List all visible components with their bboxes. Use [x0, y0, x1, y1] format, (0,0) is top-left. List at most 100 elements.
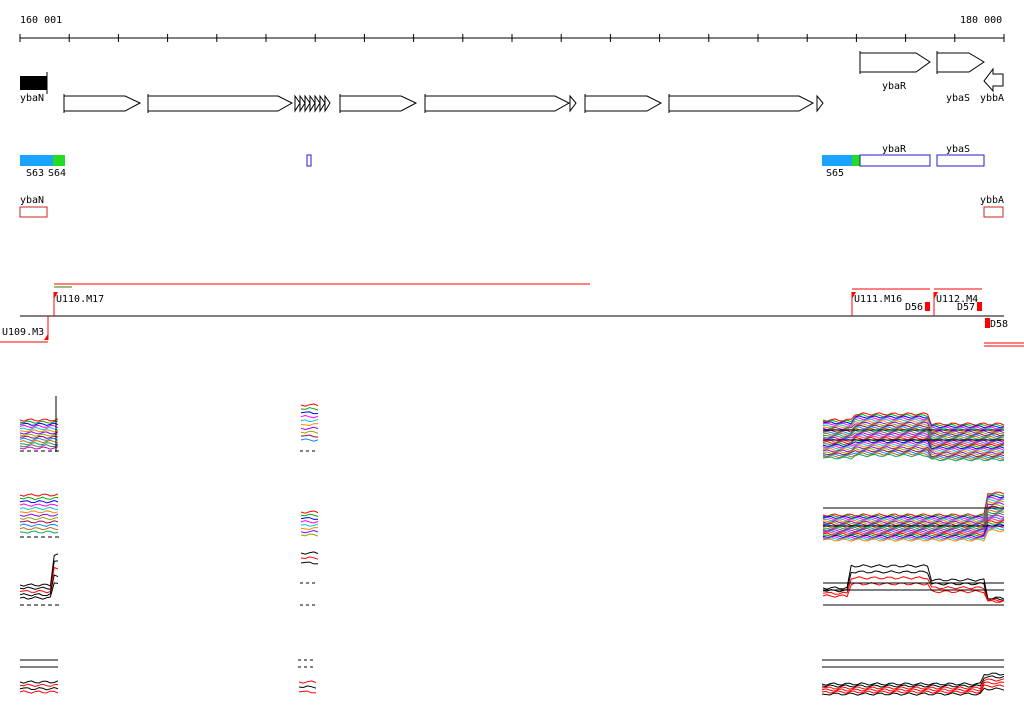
tu-U110-label: U110.M17: [56, 294, 104, 305]
expression-profile-line: [300, 411, 319, 415]
expression-profile-line: [19, 683, 59, 688]
expression-profile-line: [300, 403, 319, 407]
gene-track: ybaN ybaR ybaS ybbA: [20, 51, 1004, 113]
gene-arrow-5[interactable]: [584, 95, 663, 112]
expression-profile-line: [19, 530, 59, 534]
gene-ybaR-label: ybaR: [882, 81, 907, 92]
expression-profile-line: [19, 442, 59, 446]
gene-small-arrow: [324, 94, 331, 113]
ruler-start-label: 160 001: [20, 15, 62, 26]
expression-profile-line: [19, 437, 59, 442]
coordinate-ruler: 160 001 180 000: [19, 15, 1005, 42]
gene-arrow-1[interactable]: [63, 95, 142, 112]
expression-profile-line: [19, 690, 59, 694]
gene-arrow-2[interactable]: [147, 95, 294, 112]
expression-profile-line: [300, 407, 319, 411]
annotation-ybaS-box[interactable]: [936, 154, 985, 167]
genome-browser-canvas: 160 001 180 000 ybaN ybaR ybaS ybbA S63 …: [0, 15, 1024, 696]
segment-S64-label: S64: [48, 168, 66, 179]
segment-track: S63 S64 S65 ybaR ybaS: [20, 144, 985, 179]
expression-profile-line: [19, 424, 59, 429]
annotation-ybaN-box[interactable]: [19, 206, 48, 218]
expression-profile-line: [822, 491, 1005, 517]
gene-ybaS-arrow[interactable]: [936, 52, 985, 73]
expression-profile-line: [19, 493, 59, 497]
annotation-ybaR-label: ybaR: [882, 144, 907, 155]
expression-profile-line: [300, 414, 319, 419]
segment-S65-block[interactable]: [822, 155, 852, 166]
expression-profile-line: [300, 434, 319, 438]
ruler-end-label: 180 000: [960, 15, 1002, 26]
annotation-ybbA-label: ybbA: [980, 195, 1004, 206]
expression-profile-line: [19, 444, 59, 448]
gene-ybaN-block[interactable]: [20, 76, 47, 90]
expression-profile-line: [300, 430, 319, 434]
segment-S65-green[interactable]: [852, 155, 860, 166]
red-annotation-track: ybaN ybbA: [19, 195, 1004, 218]
expression-profile-line: [298, 680, 317, 684]
expression-profile-line: [19, 510, 59, 514]
annotation-ybaS-label: ybaS: [946, 144, 970, 155]
gene-ybaR-arrow[interactable]: [859, 52, 931, 73]
tu-D58-label: D58: [990, 319, 1008, 330]
segment-S64-block[interactable]: [53, 155, 65, 166]
expression-profile-line: [300, 513, 319, 517]
expression-profile-line: [19, 520, 59, 524]
expression-profile-line: [300, 529, 319, 534]
expression-profile-line: [300, 561, 319, 565]
expression-profile-line: [300, 556, 319, 560]
expression-profile-line: [300, 423, 319, 427]
expression-profile-line: [298, 685, 317, 689]
expression-profile-line: [19, 429, 59, 433]
gene-small-arrow: [299, 94, 306, 113]
expression-profile-line: [822, 570, 1005, 602]
expression-profile-line: [300, 510, 319, 514]
gene-small-arrow-cluster[interactable]: [294, 94, 331, 113]
expression-profile-line: [19, 496, 59, 501]
tu-U111-label: U111.M16: [854, 294, 902, 305]
expression-profile-line: [19, 503, 59, 507]
gene-ybbA-label: ybbA: [980, 93, 1004, 104]
expression-profile-line: [19, 418, 59, 422]
tu-D56-label: D56: [905, 302, 923, 313]
expression-profile-line: [19, 506, 59, 511]
annotation-ybaR-box[interactable]: [859, 154, 931, 167]
expression-profile-line: [300, 527, 319, 531]
gene-small-arrow: [314, 94, 321, 113]
expression-profile-line: [19, 516, 59, 521]
gene-small-arrow: [309, 94, 316, 113]
tu-D57-mark: [977, 302, 982, 311]
gene-small-arrow: [304, 94, 311, 113]
gene-arrow-6[interactable]: [668, 95, 815, 112]
gene-small-arrow: [294, 94, 301, 113]
expression-profile-line: [300, 438, 319, 442]
expression-profile-line: [298, 690, 317, 694]
expression-profile-line: [822, 582, 1005, 603]
tu-U109-label: U109.M3: [2, 327, 44, 338]
annotation-ybbA-box[interactable]: [983, 206, 1004, 218]
segment-S63-label: S63: [26, 168, 44, 179]
expression-profile-line: [19, 426, 59, 431]
tu-D57-label: D57: [957, 302, 975, 313]
expression-profile-line: [19, 686, 59, 691]
expression-profile-line: [300, 517, 319, 520]
segment-S63-block[interactable]: [20, 155, 53, 166]
expression-profile-line: [300, 418, 319, 423]
expression-profile-line: [19, 439, 59, 444]
expression-profile-line: [300, 523, 319, 527]
transcription-unit-track: U110.M17 U109.M3 U111.M16 D56 U112.M4 D5…: [0, 283, 1024, 347]
expression-profile-line: [300, 520, 319, 524]
gene-arrow-small-2[interactable]: [816, 94, 824, 113]
expression-profile-line: [300, 426, 319, 431]
expression-profile-line: [19, 523, 59, 528]
segment-S65-label: S65: [826, 168, 844, 179]
gene-ybbA-arrow[interactable]: [983, 67, 1004, 93]
gene-arrow-4[interactable]: [424, 95, 571, 112]
expression-profile-line: [19, 680, 59, 684]
segment-small-box[interactable]: [306, 154, 312, 167]
gene-arrow-3[interactable]: [339, 95, 418, 112]
expression-profile-line: [300, 533, 319, 537]
tu-U109-flag: [44, 334, 48, 340]
gene-arrow-small-1[interactable]: [569, 94, 577, 113]
gene-small-arrow: [319, 94, 326, 113]
